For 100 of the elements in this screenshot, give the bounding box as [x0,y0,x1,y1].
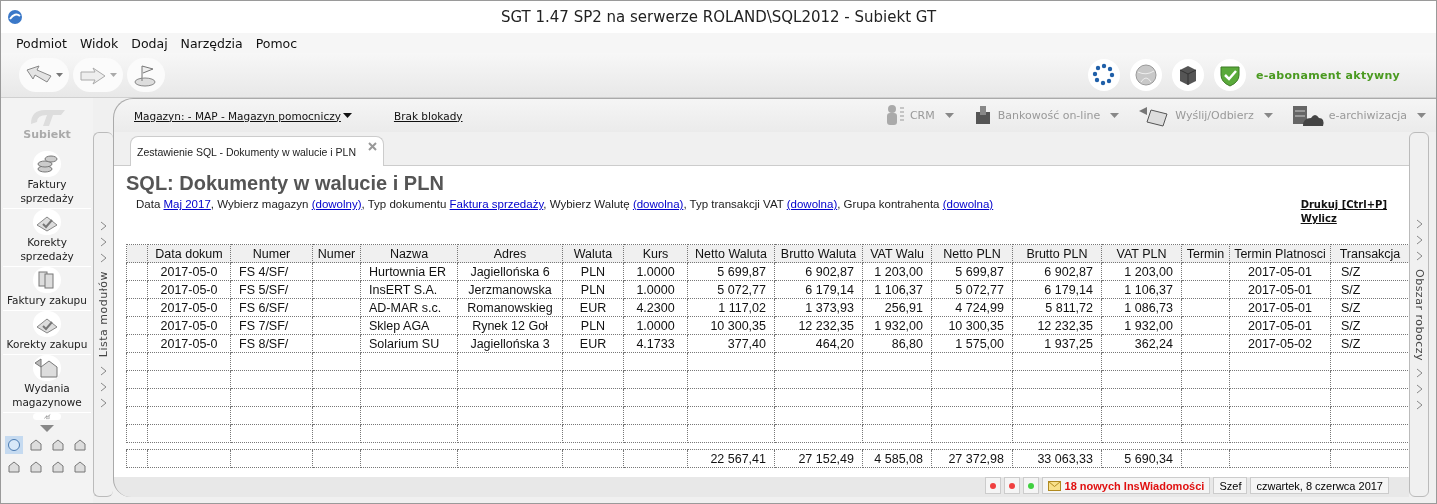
caret-icon [1110,113,1120,118]
filter-link[interactable]: Maj 2017 [163,198,211,210]
table-cell: Jerzmanowska [457,280,563,299]
table-cell: 1 106,37 [862,280,932,299]
document-tab[interactable]: Zestawienie SQL - Dokumenty w walucie i PLN [130,136,385,166]
table-cell: FS 7/SF/ [230,316,313,335]
table-cell: 2017-05-0 [147,334,231,353]
table-cell: FS 5/SF/ [230,280,313,299]
table-cell: PLN [562,262,624,281]
column-header[interactable]: Netto PLN [931,244,1013,263]
circle-icon [7,438,21,452]
table-cell: 4.2300 [623,298,688,317]
module-button[interactable]: Wydania magazynowe [3,355,91,413]
column-header[interactable]: Netto Waluta [687,244,775,263]
menu-item[interactable]: Dodaj [131,35,168,51]
scroll-down-icon[interactable] [40,425,54,432]
table-cell: 377,40 [687,334,775,353]
table-cell: 10 300,35 [931,316,1013,335]
window-title: SGT 1.47 SP2 na serwerze ROLAND\SQL2012 - Subiekt GT [500,8,937,26]
back-button[interactable] [19,58,69,92]
column-header[interactable]: VAT PLN [1101,244,1182,263]
flag-button[interactable] [127,58,165,92]
menu-item[interactable]: Podmiot [16,35,67,51]
chevron-icon [100,237,107,248]
table-cell: 362,24 [1101,334,1182,353]
close-icon[interactable] [368,142,378,151]
column-header[interactable]: Brutto PLN [1012,244,1102,263]
column-header[interactable]: Numer [230,244,313,263]
table-cell: 1 203,00 [1101,262,1182,281]
side-panel-strip[interactable]: Obszar roboczy [1409,132,1429,497]
messages-notice[interactable]: 18 nowych InsWiadomości [1041,477,1211,494]
table-cell: 1.0000 [623,262,688,281]
column-header[interactable]: Data dokum [147,244,231,263]
user-name: Szef [1213,477,1248,494]
table-cell: InsERT S.A. [360,280,458,299]
table-cell: 2017-05-01 [1229,298,1331,317]
table-cell: PLN [562,280,624,299]
module-switch-button[interactable] [5,436,23,454]
column-header[interactable]: Numer [312,244,361,263]
forward-button[interactable] [73,58,123,92]
column-header[interactable]: VAT Walu [862,244,932,263]
table-cell: Hurtownia ER [360,262,458,281]
table-cell: PLN [562,316,624,335]
spinner-button[interactable] [1088,59,1120,91]
column-header[interactable]: Nazwa [360,244,458,263]
shield-check-button[interactable] [1214,59,1246,91]
globe-button[interactable] [1130,59,1162,91]
table-cell: 86,80 [862,334,932,353]
table-cell: FS 4/SF/ [230,262,313,281]
warehouse-dropdown[interactable]: Magazyn: - MAP - Magazyn pomocniczy [134,109,352,122]
menu-item[interactable]: Widok [79,35,119,51]
filter-link[interactable]: (dowolny) [311,198,362,210]
column-header[interactable]: Adres [457,244,563,263]
table-cell: Rynek 12 Goł [457,316,563,335]
table-cell: 1 937,25 [1012,334,1102,353]
table-cell: 2017-05-02 [1229,334,1331,353]
table-cell: 4.1733 [623,334,688,353]
filter-link[interactable]: (dowolna) [942,198,994,210]
table-cell: EUR [562,298,624,317]
table-cell: 1 086,73 [1101,298,1182,317]
table-cell: 5 699,87 [687,262,775,281]
action-link[interactable]: Drukuj [Ctrl+P] [1300,199,1387,210]
table-cell: EUR [562,334,624,353]
table-cell: 2017-05-01 [1229,280,1331,299]
chevron-icon [1415,218,1423,229]
chevron-icon [1415,234,1423,245]
column-header[interactable]: Kurs [623,244,688,263]
module-button[interactable]: Korekty zakupu [3,311,91,355]
table-cell: Romanowskieg [457,298,563,317]
action-link[interactable]: Wylicz [1300,213,1387,224]
side-panel-strip[interactable]: Lista modułów [93,132,113,497]
column-header[interactable]: Waluta [562,244,624,263]
table-cell: 1 373,93 [774,298,863,317]
lock-link[interactable]: Brak blokady [393,109,463,122]
menu-item[interactable]: Narzędzia [180,35,243,51]
envelope-icon [1047,480,1061,491]
column-header[interactable]: Termin Platnosci [1229,244,1331,263]
table-cell: 2017-05-0 [147,298,231,317]
cube-button[interactable] [1172,59,1204,91]
table-cell: 6 179,14 [774,280,863,299]
column-header[interactable]: Termin [1181,244,1230,263]
chevron-icon [1415,384,1423,395]
table-cell: 4 585,08 [862,449,932,468]
table-cell: 1 575,00 [931,334,1013,353]
column-header[interactable]: Brutto Waluta [774,244,863,263]
table-cell: 4 724,99 [931,298,1013,317]
table-cell: 5 699,87 [931,262,1013,281]
module-button[interactable]: Korekty sprzedaży [3,209,91,267]
module-button[interactable]: Faktury sprzedaży [3,151,91,209]
table-cell: 1 932,00 [1101,316,1182,335]
menu-item[interactable]: Pomoc [255,35,298,51]
column-header[interactable]: Transakcja [1330,244,1410,263]
chevron-icon [1415,400,1423,411]
chevron-icon [100,253,107,264]
module-button[interactable]: Faktury zakupu [3,267,91,311]
table-cell: 1 106,37 [1101,280,1182,299]
table-cell: 12 232,35 [774,316,863,335]
table-cell: Solarium SU [360,334,458,353]
arrow-icon [79,64,107,86]
chevron-icon [100,381,107,392]
